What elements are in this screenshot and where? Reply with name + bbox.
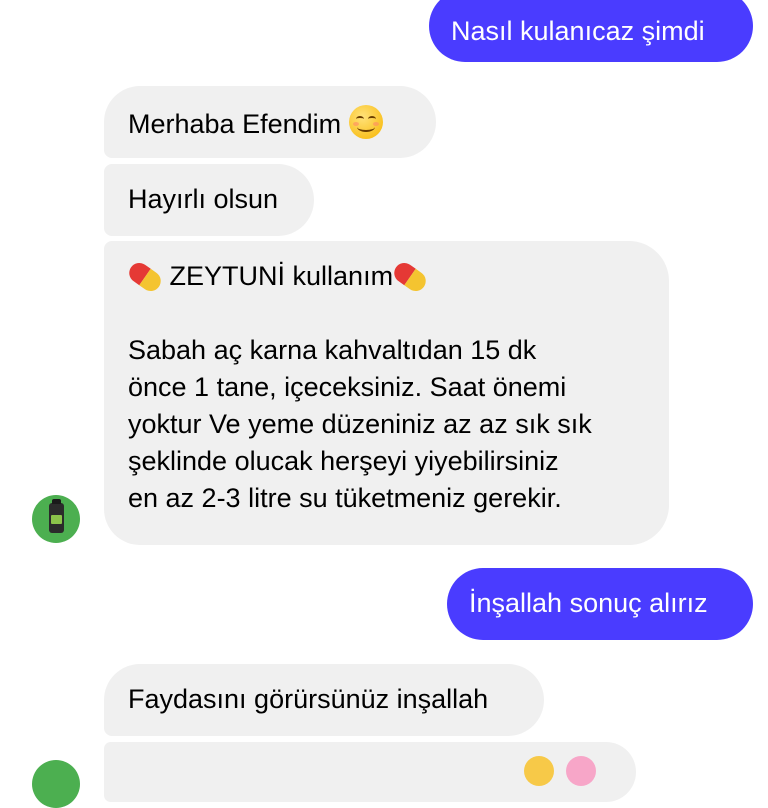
contact-avatar[interactable] [32, 495, 80, 543]
message-line: yoktur Ve yeme düzeniniz az az sık sık [128, 409, 592, 439]
received-message[interactable]: ZEYTUNİ kullanım Sabah aç karna kahvaltı… [104, 241, 669, 545]
smiling-face-icon [349, 105, 384, 139]
sent-message[interactable]: İnşallah sonuç alırız [447, 568, 753, 640]
product-bottle-icon [49, 499, 64, 533]
message-text: Hayırlı olsun [128, 184, 279, 214]
message-line: şeklinde olucak herşeyi yiyebilirsiniz [128, 446, 559, 476]
message-line: en az 2-3 litre su tüketmeniz gerekir. [128, 483, 562, 513]
received-message[interactable]: Faydasını görürsünüz inşallah [104, 664, 544, 736]
flower-icon [566, 756, 596, 786]
message-text: İnşallah sonuç alırız [469, 588, 708, 618]
message-line: Sabah aç karna kahvaltıdan 15 dk [128, 335, 537, 365]
emoji-icon [524, 756, 554, 786]
message-text: Merhaba Efendim [128, 109, 342, 139]
pill-icon [390, 259, 430, 295]
message-text: Faydasını görürsünüz inşallah [128, 684, 489, 714]
pill-icon [125, 259, 165, 295]
message-title-line: ZEYTUNİ kullanım [125, 258, 669, 295]
sent-message[interactable]: Nasıl kulanıcaz şimdi [429, 0, 753, 62]
received-message[interactable]: Merhaba Efendim [104, 86, 436, 158]
message-line: önce 1 tane, içeceksiniz. Saat önemi [128, 372, 567, 402]
message-title: ZEYTUNİ kullanım [169, 261, 394, 291]
received-message-partial[interactable] [104, 742, 636, 802]
received-message[interactable]: Hayırlı olsun [104, 164, 314, 236]
contact-avatar[interactable] [32, 760, 80, 808]
message-text: Nasıl kulanıcaz şimdi [451, 16, 705, 46]
